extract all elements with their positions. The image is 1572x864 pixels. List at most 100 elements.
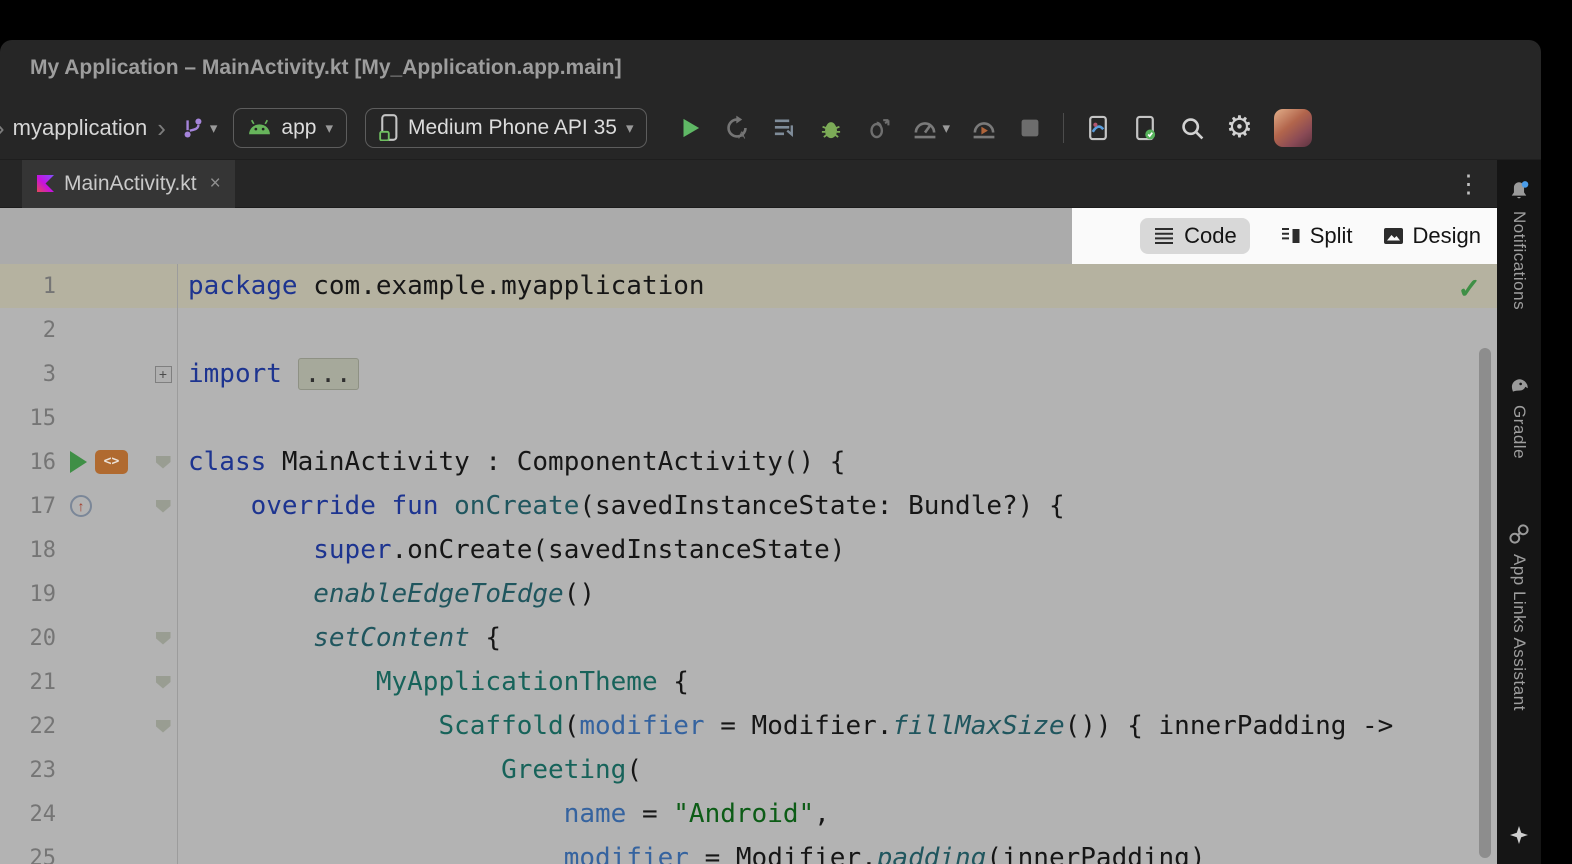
caret-down-icon: ▾ [942, 119, 950, 137]
editor-top-strip: Code Split Design [0, 208, 1497, 264]
chevron-edge-icon: › [0, 115, 5, 141]
code-line-15[interactable]: 15 [0, 396, 1497, 440]
code-token [188, 579, 313, 609]
code-line-21[interactable]: 21 MyApplicationTheme { [0, 660, 1497, 704]
gutter: 15 [0, 396, 178, 440]
code-text: super.onCreate(savedInstanceState) [178, 535, 845, 565]
line-number: 25 [0, 846, 56, 864]
code-line-17[interactable]: 17↑ override fun onCreate(savedInstanceS… [0, 484, 1497, 528]
gutter: 18 [0, 528, 178, 572]
gutter-icons: <> [56, 450, 153, 474]
mode-design-button[interactable]: Design [1383, 218, 1481, 254]
fold-expand-icon[interactable]: + [155, 366, 172, 383]
gutter: 21 [0, 660, 178, 704]
code-line-25[interactable]: 25 modifier = Modifier.padding(innerPadd… [0, 836, 1497, 864]
code-token: override [251, 491, 376, 521]
line-number: 20 [0, 626, 56, 651]
code-line-23[interactable]: 23 Greeting( [0, 748, 1497, 792]
search-icon[interactable] [1179, 115, 1205, 141]
project-breadcrumb[interactable]: myapplication [13, 115, 148, 141]
fold-column [153, 632, 173, 645]
code-line-22[interactable]: 22 Scaffold(modifier = Modifier.fillMaxS… [0, 704, 1497, 748]
tool-button-notifications[interactable]: Notifications [1508, 180, 1530, 310]
module-selector[interactable]: app ▾ [233, 108, 347, 148]
code-token: name [564, 799, 627, 829]
editor-scrollbar[interactable] [1479, 348, 1491, 858]
line-number: 17 [0, 494, 56, 519]
split-view-icon [1280, 227, 1301, 245]
tab-close-icon[interactable]: × [210, 173, 221, 195]
fold-collapse-icon[interactable] [156, 676, 171, 689]
code-line-16[interactable]: 16<>class MainActivity : ComponentActivi… [0, 440, 1497, 484]
profiler-run-icon[interactable] [971, 115, 997, 141]
line-number: 23 [0, 758, 56, 783]
code-line-1[interactable]: 1package com.example.myapplication [0, 264, 1497, 308]
fold-collapse-icon[interactable] [156, 500, 171, 513]
gutter-icons: ↑ [56, 495, 153, 517]
mode-split-button[interactable]: Split [1280, 218, 1353, 254]
workspace: MainActivity.kt × ⋮ Code [0, 160, 1541, 864]
android-head-icon [247, 119, 272, 136]
user-avatar[interactable] [1274, 109, 1312, 147]
code-line-20[interactable]: 20 setContent { [0, 616, 1497, 660]
gutter: 24 [0, 792, 178, 836]
mode-code-button[interactable]: Code [1140, 218, 1250, 254]
code-text: Greeting( [178, 755, 642, 785]
code-token: fillMaxSize [892, 711, 1064, 741]
stop-icon[interactable] [1018, 116, 1042, 140]
component-icon[interactable]: <> [95, 450, 128, 474]
running-devices-icon[interactable] [1132, 115, 1158, 141]
bell-icon [1508, 180, 1530, 202]
code-editor[interactable]: 1package com.example.myapplication 2 3+imp… [0, 264, 1497, 864]
override-icon[interactable]: ↑ [70, 495, 92, 517]
fold-collapse-icon[interactable] [156, 720, 171, 733]
attach-debugger-icon[interactable] [865, 115, 891, 141]
apply-code-changes-icon[interactable] [771, 115, 797, 141]
device-selector[interactable]: Medium Phone API 35 ▾ [365, 108, 648, 148]
code-line-24[interactable]: 24 name = "Android", [0, 792, 1497, 836]
gradle-icon [1508, 374, 1530, 396]
line-number: 22 [0, 714, 56, 739]
caret-down-icon: ▾ [210, 119, 218, 137]
sparkle-icon [1509, 825, 1529, 845]
editor-mode-switcher: Code Split Design [1072, 208, 1497, 264]
settings-gear-icon[interactable]: ⚙ [1226, 113, 1253, 143]
tab-mainactivity[interactable]: MainActivity.kt × [22, 160, 235, 208]
vcs-branch-button[interactable]: ▾ [180, 115, 218, 141]
gutter: 25 [0, 836, 178, 864]
fold-collapse-icon[interactable] [156, 456, 171, 469]
code-line-19[interactable]: 19 enableEdgeToEdge() [0, 572, 1497, 616]
run-button[interactable] [677, 115, 703, 141]
code-token: ... [298, 358, 359, 390]
fold-collapse-icon[interactable] [156, 632, 171, 645]
code-token: MainActivity : ComponentActivity() { [266, 447, 845, 477]
fold-column [153, 456, 173, 469]
device-manager-icon[interactable] [1085, 115, 1111, 141]
profiler-button[interactable]: ▾ [912, 115, 950, 141]
tool-button-gradle[interactable]: Gradle [1508, 374, 1530, 459]
debug-icon[interactable] [818, 115, 844, 141]
gemini-sparkle-button[interactable] [1509, 825, 1529, 850]
tab-options-kebab-icon[interactable]: ⋮ [1456, 169, 1481, 199]
toolbar-separator [1063, 113, 1064, 143]
tool-button-app-links-assistant[interactable]: App Links Assistant [1508, 523, 1530, 711]
code-line-2[interactable]: 2 [0, 308, 1497, 352]
code-token: onCreate [454, 491, 579, 521]
code-token: class [188, 447, 266, 477]
code-token: MyApplicationTheme [376, 667, 658, 697]
title-bar[interactable]: My Application – MainActivity.kt [My_App… [0, 40, 1541, 96]
code-token: Greeting [501, 755, 626, 785]
gutter: 17 ↑ [0, 484, 178, 528]
rerun-activity-icon[interactable]: A [724, 115, 750, 141]
code-line-18[interactable]: 18 super.onCreate(savedInstanceState) [0, 528, 1497, 572]
run-icon[interactable] [70, 451, 87, 473]
line-number: 2 [0, 318, 56, 343]
inspection-status-icon[interactable]: ✓ [1458, 272, 1481, 305]
code-line-3[interactable]: 3+import ... [0, 352, 1497, 396]
mode-split-label: Split [1310, 223, 1353, 249]
module-selector-label: app [281, 116, 316, 140]
code-text: class MainActivity : ComponentActivity()… [178, 447, 845, 477]
code-token: { [470, 623, 501, 653]
line-number: 18 [0, 538, 56, 563]
gutter: 3+ [0, 352, 178, 396]
